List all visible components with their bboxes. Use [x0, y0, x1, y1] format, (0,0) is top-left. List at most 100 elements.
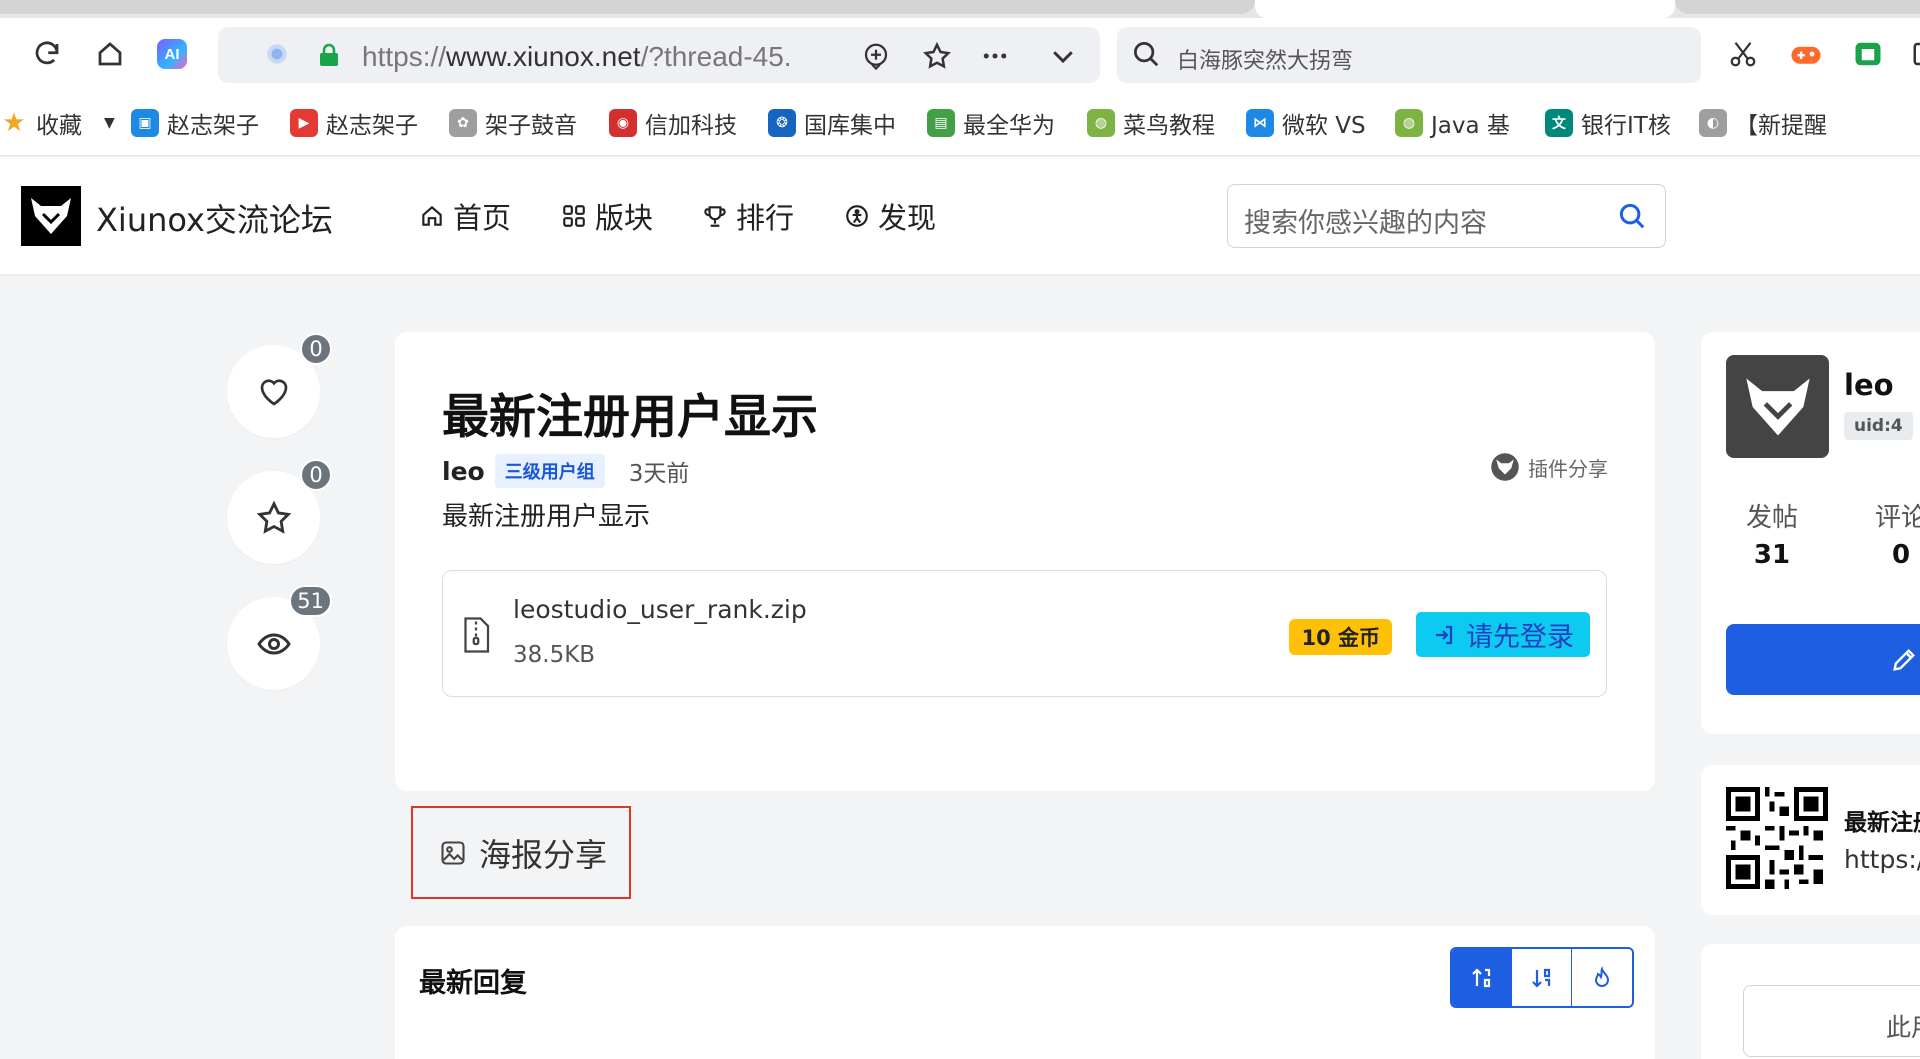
sidebar-box-text: 此用 — [1886, 1013, 1920, 1042]
like-button[interactable]: 0 — [227, 333, 332, 438]
share-url[interactable]: https:// — [1844, 845, 1920, 874]
browser-tab[interactable] — [1675, 0, 1920, 14]
forum-tag[interactable]: 插件分享 — [1490, 452, 1608, 482]
bookmark-label: 微软 VS — [1282, 113, 1366, 139]
bookmark-item[interactable]: ◍ 菜鸟教程 — [1087, 106, 1215, 140]
post-card: 最新注册用户显示 leo 三级用户组 3天前 插件分享 最新注册用户显示 leo… — [395, 332, 1655, 791]
home-button[interactable] — [90, 34, 130, 74]
more-icon[interactable] — [980, 41, 1010, 75]
grid-icon — [563, 205, 585, 227]
site-search-input[interactable]: 搜索你感兴趣的内容 — [1227, 184, 1666, 248]
bookmark-label: Java 基 — [1431, 113, 1510, 139]
login-to-download-button[interactable]: 请先登录 — [1416, 612, 1590, 657]
nav-discover-label: 发现 — [878, 201, 937, 235]
favorite-button[interactable]: 0 — [227, 459, 332, 564]
poster-share-button[interactable]: 海报分享 — [411, 806, 631, 899]
stat-comments-label: 评论 — [1875, 503, 1920, 533]
site-name[interactable]: Xiunox交流论坛 — [96, 195, 333, 241]
nav-home[interactable]: 首页 — [419, 195, 511, 237]
favorite-count: 0 — [300, 459, 332, 491]
youku-icon: ▶ — [290, 109, 318, 137]
bookmark-item[interactable]: ✿ 架子鼓音 — [449, 106, 577, 140]
post-author[interactable]: leo — [442, 457, 485, 486]
sidebar-toggle-icon[interactable] — [1908, 36, 1920, 72]
sort-ascending-button[interactable] — [1452, 949, 1512, 1006]
avatar[interactable] — [1726, 355, 1829, 458]
view-count: 51 — [289, 585, 332, 617]
nav-forums[interactable]: 版块 — [561, 195, 653, 237]
gamepad-icon[interactable] — [1788, 36, 1824, 72]
stat-comments: 评论 0 — [1875, 497, 1920, 570]
reload-button[interactable] — [27, 34, 67, 74]
qr-code — [1726, 787, 1828, 889]
ai-assistant-button[interactable]: AI — [152, 34, 192, 74]
nav-ranking[interactable]: 排行 — [702, 195, 794, 237]
search-icon[interactable] — [1617, 201, 1647, 235]
post-title: 最新注册用户显示 — [442, 390, 818, 445]
caret-down-icon[interactable]: ▼ — [104, 115, 115, 131]
home-icon — [98, 42, 122, 66]
reader-icon[interactable] — [1850, 36, 1886, 72]
bookmark-item[interactable]: ▣ 赵志架子 — [131, 106, 259, 140]
iqiyi-icon: ▤ — [927, 109, 955, 137]
views-indicator: 51 — [227, 585, 332, 690]
bookmark-item[interactable]: 文银行IT核 — [1545, 106, 1671, 140]
lock-icon — [318, 43, 340, 71]
bookmark-label: 架子鼓音 — [485, 113, 577, 139]
bookmark-item[interactable]: ▤ 最全华为 — [927, 106, 1055, 140]
bookmark-star-icon[interactable] — [922, 41, 952, 75]
browser-tab[interactable] — [0, 0, 1255, 14]
bookmark-item[interactable]: ❂ 国库集中 — [768, 106, 896, 140]
stat-posts: 发帖 31 — [1746, 497, 1798, 570]
attachment-size: 38.5KB — [513, 642, 596, 668]
sort-descending-button[interactable] — [1512, 949, 1572, 1006]
stat-comments-value: 0 — [1891, 540, 1911, 570]
edit-button[interactable] — [1726, 624, 1920, 695]
reply-sort-group — [1450, 947, 1634, 1008]
nav-home-label: 首页 — [453, 201, 512, 235]
bookmark-item[interactable]: ★ 收藏 ▼ — [0, 106, 115, 140]
bookmark-item[interactable]: ◉ 信加科技 — [609, 106, 737, 140]
address-bar[interactable]: https://www.xiunox.net/?thread-45. — [218, 27, 1100, 83]
bookmark-item[interactable]: ▶ 赵志架子 — [290, 106, 418, 140]
add-extension-icon[interactable] — [861, 41, 891, 75]
post-body: 最新注册用户显示 — [442, 502, 651, 532]
author-name[interactable]: leo — [1844, 368, 1894, 402]
privacy-shield-icon — [264, 41, 290, 71]
user-group-badge: 三级用户组 — [494, 454, 605, 488]
attachment-filename[interactable]: leostudio_user_rank.zip — [513, 595, 807, 624]
flame-icon — [1594, 965, 1610, 987]
browser-tab-active[interactable] — [1255, 0, 1675, 18]
bookmark-item[interactable]: ◐ 【新提醒 — [1699, 106, 1827, 140]
bookmark-label: 银行IT核 — [1581, 113, 1671, 139]
sidebar-box[interactable]: 此用 — [1743, 985, 1920, 1057]
sort-descending-icon — [1531, 968, 1550, 988]
bookmark-label: 菜鸟教程 — [1123, 113, 1215, 139]
post-time: 3天前 — [628, 461, 690, 487]
sort-hot-button[interactable] — [1572, 949, 1632, 1006]
gear-icon: ✿ — [449, 109, 477, 137]
sidebar-card: 此用 — [1701, 944, 1920, 1059]
eye-icon — [256, 632, 291, 655]
bookmark-item[interactable]: ⋈ 微软 VS — [1246, 106, 1366, 140]
bookmark-label: 信加科技 — [645, 113, 737, 139]
trophy-icon — [704, 206, 726, 227]
pencil-icon — [1890, 646, 1918, 678]
browser-search-box[interactable]: 白海豚突然大拐弯 — [1117, 27, 1701, 83]
stat-posts-value: 31 — [1753, 540, 1791, 570]
logo-icon — [1745, 378, 1810, 435]
author-card: leo uid:4 发帖 31 评论 0 — [1701, 332, 1920, 734]
url-text[interactable]: https://www.xiunox.net/?thread-45. — [362, 41, 792, 73]
runoob-icon: ◍ — [1395, 109, 1423, 137]
reload-icon — [35, 41, 59, 65]
site-logo[interactable] — [21, 186, 81, 246]
bookmark-item[interactable]: ◍ Java 基 — [1395, 106, 1510, 140]
chevron-down-icon[interactable] — [1048, 41, 1078, 75]
scissors-icon[interactable] — [1725, 36, 1761, 72]
site-search-placeholder: 搜索你感兴趣的内容 — [1244, 208, 1487, 239]
url-scheme: https:// — [362, 41, 447, 72]
nav-discover[interactable]: 发现 — [844, 195, 936, 237]
browser-tabstrip — [0, 0, 1920, 18]
logo-icon — [31, 198, 71, 234]
uid-badge: uid:4 — [1844, 412, 1913, 440]
